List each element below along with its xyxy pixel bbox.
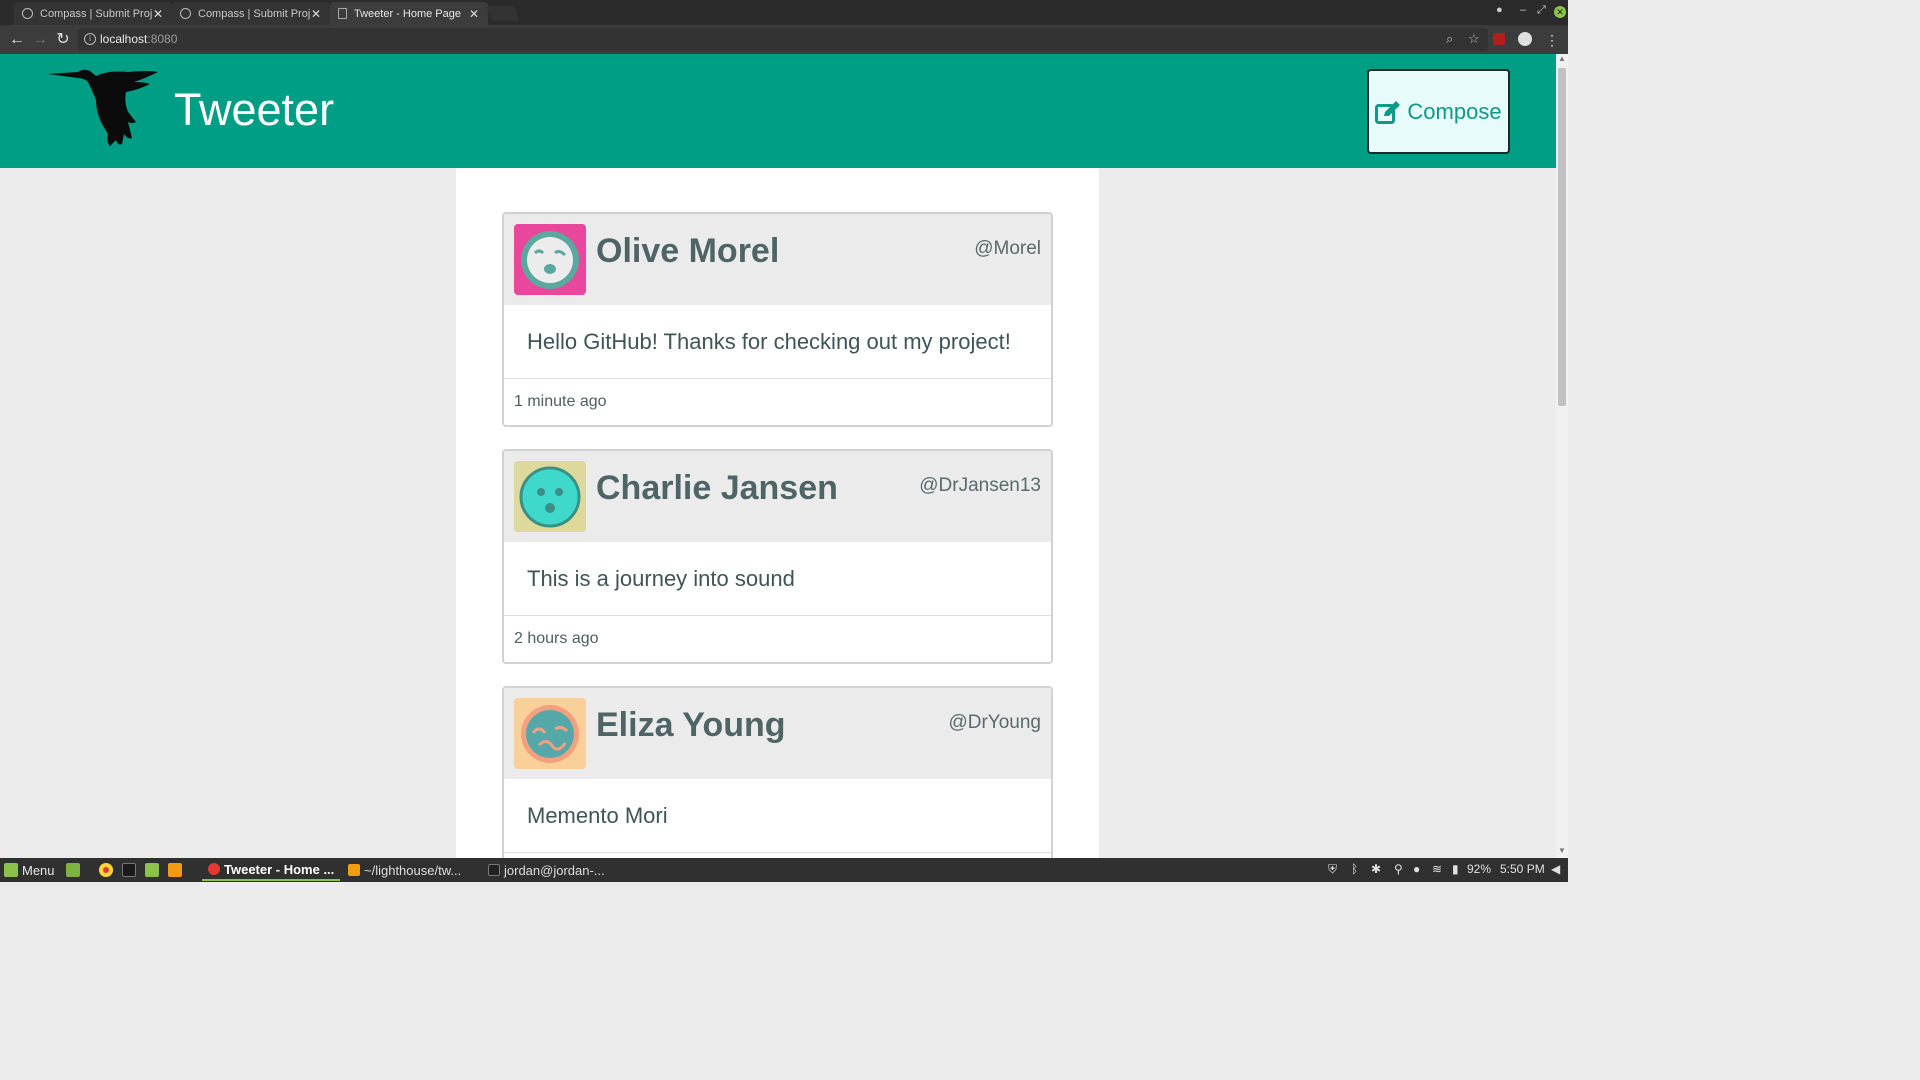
battery-percent: 92% — [1467, 862, 1492, 876]
terminal-icon — [488, 864, 500, 876]
clock[interactable]: 5:50 PM — [1500, 862, 1545, 876]
tweet-card: Olive Morel @Morel Hello GitHub! Thanks … — [502, 212, 1053, 427]
page-scrollbar[interactable]: ▲ ▼ — [1556, 54, 1568, 858]
tweet-text: This is a journey into sound — [504, 542, 1051, 616]
compose-button[interactable]: Compose — [1367, 69, 1510, 154]
zoom-icon[interactable]: ⌕ — [1446, 31, 1453, 47]
tweet-card: Eliza Young @DrYoung Memento Mori — [502, 686, 1053, 858]
wifi-icon[interactable]: ≋ — [1432, 862, 1442, 876]
show-desktop-icon[interactable] — [66, 861, 84, 879]
tweet-author-name: Olive Morel — [596, 232, 780, 270]
user-icon[interactable]: ● — [1413, 862, 1420, 876]
tab-close-icon[interactable]: ✕ — [152, 7, 164, 21]
maximize-icon[interactable]: ⤢ — [1537, 4, 1546, 17]
tab-title: Compass | Submit Proj — [198, 7, 310, 20]
taskbar-window-chrome[interactable]: Tweeter - Home ... — [202, 859, 341, 881]
battery-icon[interactable]: ▮ — [1452, 862, 1459, 876]
shield-icon[interactable]: ⛨ — [1328, 862, 1337, 877]
tweet-author-handle: @Morel — [974, 238, 1041, 259]
settings-icon[interactable]: ✱ — [1371, 862, 1381, 876]
edit-icon — [1375, 100, 1401, 124]
tweet-header: Olive Morel @Morel — [504, 214, 1051, 305]
tweet-timestamp: 1 minute ago — [514, 393, 607, 410]
tweet-feed: Olive Morel @Morel Hello GitHub! Thanks … — [456, 168, 1099, 858]
scroll-up-icon[interactable]: ▲ — [1558, 54, 1566, 63]
location-icon[interactable]: ⚲ — [1394, 862, 1403, 876]
chrome-icon — [208, 863, 220, 875]
browser-tab-active[interactable]: Tweeter - Home Page ✕ — [330, 2, 488, 25]
tweet-author-handle: @DrJansen13 — [919, 475, 1041, 496]
menu-label: Menu — [22, 862, 55, 878]
reload-icon[interactable]: ↻ — [53, 30, 73, 50]
tweet-author-handle: @DrYoung — [948, 712, 1041, 733]
avatar — [514, 461, 586, 532]
compose-label: Compose — [1407, 98, 1502, 124]
tweet-header: Eliza Young @DrYoung — [504, 688, 1051, 779]
avatar-face-icon — [521, 230, 579, 289]
avatar-face-icon — [519, 466, 581, 527]
start-menu-button[interactable]: Menu — [4, 861, 55, 879]
tweet-header: Charlie Jansen @DrJansen13 — [504, 451, 1051, 542]
taskbar-window-sublime[interactable]: ~/lighthouse/tw... — [342, 859, 467, 881]
avatar — [514, 224, 586, 295]
sublime-icon — [348, 864, 360, 876]
avatar — [514, 698, 586, 769]
ublock-icon[interactable] — [1493, 33, 1505, 45]
scroll-thumb[interactable] — [1558, 68, 1566, 406]
browser-toolbar: ← → ↻ i localhost:8080 ⌕ ☆ ⋮ — [0, 25, 1568, 54]
mint-logo-icon — [4, 863, 18, 877]
scroll-down-icon[interactable]: ▼ — [1558, 846, 1566, 855]
bookmark-star-icon[interactable]: ☆ — [1468, 31, 1480, 47]
terminal-launcher-icon[interactable] — [122, 861, 140, 879]
url-text[interactable]: localhost:8080 — [100, 32, 177, 46]
browser-menu-icon[interactable]: ⋮ — [1542, 30, 1562, 50]
tweet-timestamp: 2 hours ago — [514, 630, 599, 647]
tab-close-icon[interactable]: ✕ — [310, 7, 322, 21]
browser-tab[interactable]: Compass | Submit Proj ✕ — [172, 2, 330, 25]
volume-icon[interactable]: ◀ — [1551, 862, 1560, 876]
sublime-launcher-icon[interactable] — [168, 861, 186, 879]
tweet-author-name: Eliza Young — [596, 706, 786, 744]
info-icon[interactable]: i — [84, 33, 96, 45]
back-icon[interactable]: ← — [7, 30, 27, 50]
close-window-icon[interactable]: ✕ — [1554, 6, 1566, 18]
hummingbird-logo-icon — [48, 68, 160, 153]
avatar-face-icon — [521, 704, 579, 763]
tweet-author-name: Charlie Jansen — [596, 469, 838, 507]
page-icon — [338, 8, 347, 19]
address-bar[interactable]: i localhost:8080 ⌕ ☆ — [78, 28, 1488, 51]
chrome-launcher-icon[interactable] — [99, 861, 117, 879]
globe-icon — [22, 8, 33, 19]
forward-icon[interactable]: → — [30, 30, 50, 50]
tab-title: Compass | Submit Proj — [40, 7, 152, 20]
browser-tab-bar: Compass | Submit Proj ✕ Compass | Submit… — [0, 0, 1568, 25]
bluetooth-icon[interactable]: ᛒ — [1351, 862, 1358, 876]
taskbar-window-terminal[interactable]: jordan@jordan-... — [482, 859, 611, 881]
minimize-icon[interactable]: – — [1520, 4, 1526, 16]
globe-icon — [180, 8, 191, 19]
files-launcher-icon[interactable] — [145, 861, 163, 879]
new-tab-button[interactable] — [486, 6, 520, 21]
tweet-text: Hello GitHub! Thanks for checking out my… — [504, 305, 1051, 379]
browser-tab[interactable]: Compass | Submit Proj ✕ — [14, 2, 172, 25]
tweet-text: Memento Mori — [504, 779, 1051, 853]
os-taskbar: Menu Tweeter - Home ... ~/lighthouse/tw.… — [0, 858, 1568, 882]
profile-icon[interactable]: ● — [1496, 4, 1503, 16]
extension-icon[interactable] — [1518, 32, 1532, 46]
tweet-card: Charlie Jansen @DrJansen13 This is a jou… — [502, 449, 1053, 664]
tab-title: Tweeter - Home Page — [354, 7, 461, 20]
app-title: Tweeter — [174, 84, 335, 135]
tab-close-icon[interactable]: ✕ — [468, 7, 480, 21]
